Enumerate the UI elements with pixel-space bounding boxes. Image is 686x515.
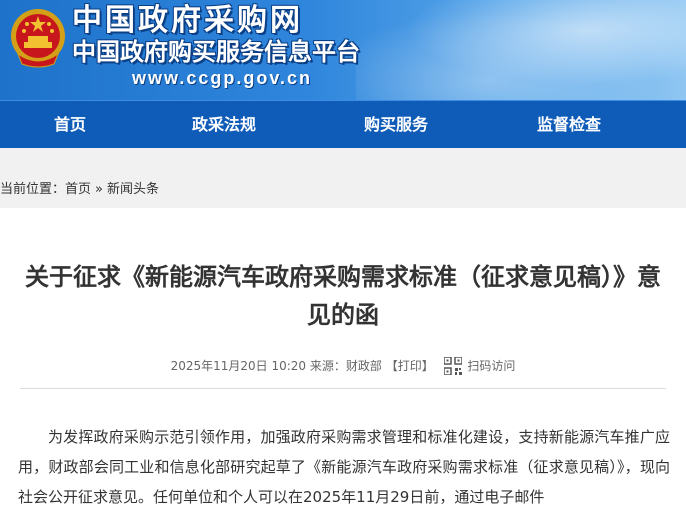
site-name[interactable]: 中国政府采购网 <box>72 4 303 38</box>
site-subtitle: 中国政府购买服务信息平台 <box>72 38 360 66</box>
breadcrumb-prefix: 当前位置： <box>0 182 66 197</box>
scan-to-visit-link[interactable]: 扫码访问 <box>467 359 515 373</box>
breadcrumb-current-link[interactable]: 新闻头条 <box>107 182 159 197</box>
article-date: 2025年11月20日 10:20 <box>170 359 307 373</box>
print-button[interactable]: 【打印】 <box>386 359 434 373</box>
content-divider <box>20 388 666 389</box>
article-body-paragraph: 为发挥政府采购示范引领作用，加强政府采购需求管理和标准化建设，支持新能源汽车推广… <box>18 428 670 506</box>
article-meta: 2025年11月20日 10:20 来源：财政部 【打印】 扫码访问 <box>0 357 686 375</box>
breadcrumb: 当前位置：首页 » 新闻头条 <box>0 178 159 197</box>
source-label: 来源： <box>309 359 346 373</box>
breadcrumb-separator: » <box>95 182 103 197</box>
article-source: 财政部 <box>345 359 382 373</box>
national-emblem-icon[interactable] <box>8 6 68 70</box>
breadcrumb-home-link[interactable]: 首页 <box>65 182 91 197</box>
article-title: 关于征求《新能源汽车政府采购需求标准（征求意见稿）》意见的函 <box>25 263 661 329</box>
site-url: www.ccgp.gov.cn <box>132 68 313 88</box>
main-navigation: 首页 政采法规 购买服务 监督检查 <box>0 100 686 148</box>
site-header: 中国政府采购网 中国政府购买服务信息平台 www.ccgp.gov.cn <box>0 0 686 100</box>
nav-item-home[interactable]: 首页 <box>54 101 86 148</box>
nav-item-purchase-services[interactable]: 购买服务 <box>364 101 428 148</box>
nav-item-regulations[interactable]: 政采法规 <box>192 101 256 148</box>
qr-code-icon[interactable] <box>443 357 462 375</box>
header-sky-decoration <box>356 0 686 100</box>
nav-item-supervision[interactable]: 监督检查 <box>537 101 601 148</box>
